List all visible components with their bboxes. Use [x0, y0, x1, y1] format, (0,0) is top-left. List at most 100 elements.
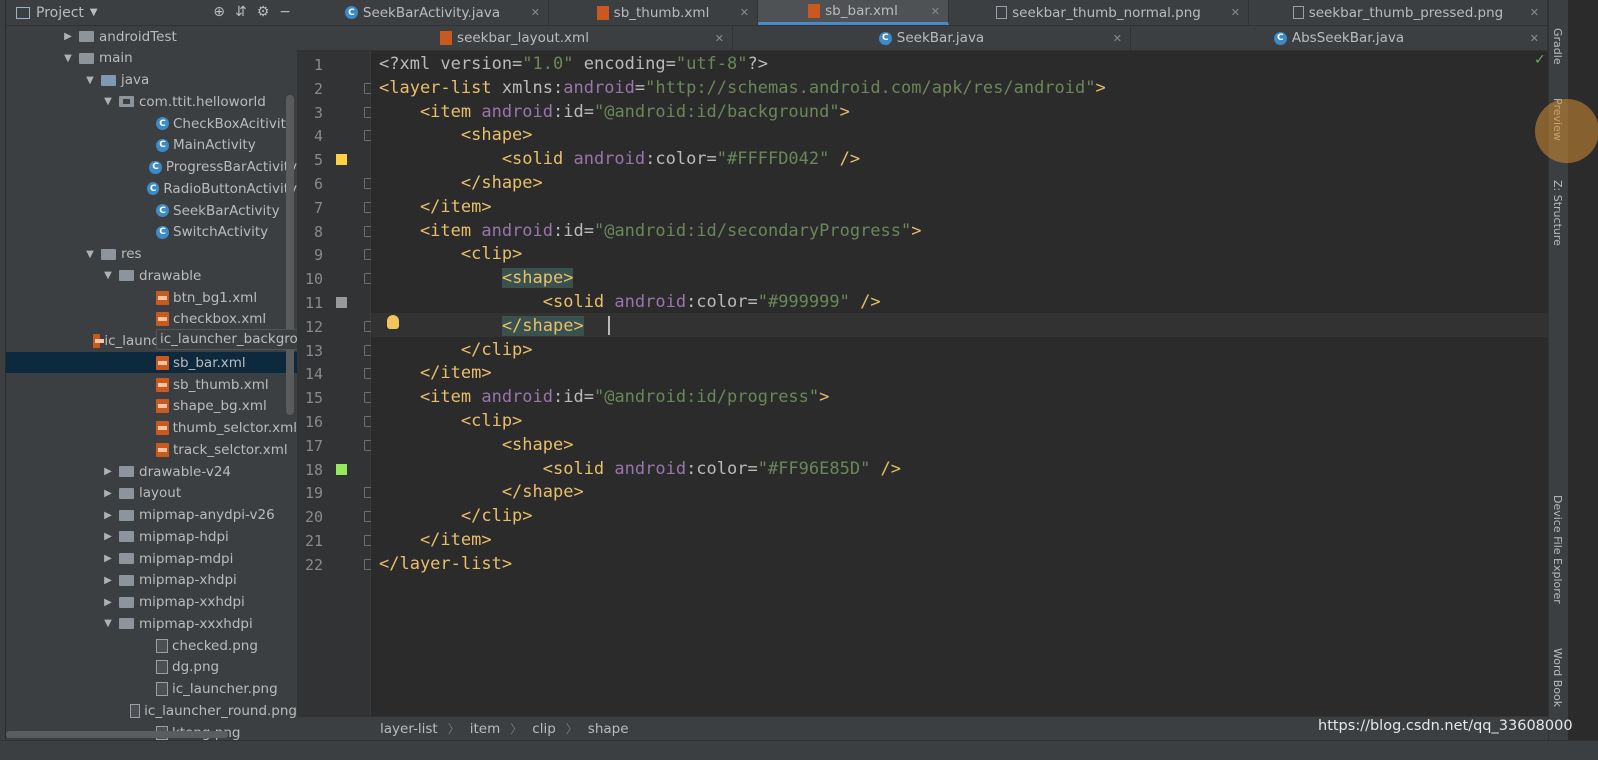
tree-item[interactable]: track_selctor.xml: [6, 439, 297, 460]
tree-item[interactable]: dg.png: [6, 657, 297, 678]
tool-window-device-file-explorer[interactable]: Device File Explorer: [1551, 495, 1564, 604]
color-swatch-icon[interactable]: [336, 154, 347, 166]
tree-item[interactable]: btn_bg1.xml: [6, 287, 297, 308]
tool-window-gradle[interactable]: Gradle: [1551, 28, 1564, 65]
tree-item[interactable]: ▼ java: [6, 70, 297, 91]
tree-item[interactable]: sb_thumb.xml: [6, 374, 297, 395]
code-line: <shape>: [379, 433, 574, 457]
tree-item[interactable]: ic_launcher_round.png: [6, 700, 297, 721]
tree-item[interactable]: ▶ drawable-v24: [6, 461, 297, 482]
line-number: 14: [304, 365, 323, 384]
collapse-arrow-icon[interactable]: ▶: [61, 31, 75, 42]
breadcrumb-item[interactable]: layer-list: [380, 721, 438, 737]
collapse-arrow-icon[interactable]: ▶: [101, 553, 115, 564]
expand-arrow-icon[interactable]: ▼: [83, 249, 97, 260]
tool-window-z-structure[interactable]: Z: Structure: [1551, 180, 1564, 246]
tree-item[interactable]: ▶ mipmap-mdpi: [6, 548, 297, 569]
breadcrumb-separator-icon: 〉: [565, 722, 578, 736]
tab-sb-bar-xml[interactable]: sb_bar.xml ✕: [758, 0, 949, 25]
code-editor[interactable]: <?xml version="1.0" encoding="utf-8"?> <l…: [371, 51, 1548, 716]
tree-item[interactable]: thumb_selctor.xml: [6, 418, 297, 439]
tab-seekbaractivity-java[interactable]: C SeekBarActivity.java ✕: [297, 0, 549, 25]
tree-item[interactable]: ▼ main: [6, 48, 297, 69]
close-icon[interactable]: ✕: [531, 6, 540, 19]
collapse-arrow-icon[interactable]: ▶: [101, 510, 115, 521]
tree-item[interactable]: shape_bg.xml: [6, 396, 297, 417]
tree-item-label: layout: [139, 485, 182, 502]
tree-item[interactable]: ▶ mipmap-anydpi-v26: [6, 505, 297, 526]
tree-item-label: res: [121, 246, 142, 262]
close-icon[interactable]: ✕: [1530, 32, 1539, 45]
code-line: </clip>: [379, 338, 533, 362]
tree-item[interactable]: ▶ androidTest: [6, 26, 297, 47]
close-icon[interactable]: ✕: [1113, 32, 1122, 45]
xml-file-icon: [92, 334, 104, 348]
tree-item[interactable]: ▼ mipmap-xxxhdpi: [6, 613, 297, 634]
folder-icon: [119, 596, 134, 608]
color-swatch-icon[interactable]: [336, 297, 347, 308]
collapse-arrow-icon[interactable]: ▶: [101, 488, 115, 499]
collapse-arrow-icon[interactable]: ▶: [101, 466, 115, 477]
breadcrumb-item[interactable]: item: [470, 721, 501, 737]
collapse-arrow-icon[interactable]: ▶: [101, 597, 115, 608]
tree-item[interactable]: C MainActivity: [6, 135, 297, 156]
code-line: <item android:id="@android:id/background…: [379, 100, 850, 124]
gear-icon[interactable]: ⚙: [257, 4, 270, 20]
tree-item-label: checkbox.xml: [173, 311, 267, 328]
tree-item-label: MainActivity: [173, 137, 256, 154]
close-icon[interactable]: ✕: [1231, 6, 1240, 19]
collapse-arrow-icon[interactable]: ▶: [101, 575, 115, 586]
tree-item-label: drawable: [139, 267, 202, 284]
close-icon[interactable]: ✕: [1530, 6, 1539, 19]
lightbulb-icon[interactable]: [387, 315, 399, 329]
line-number: 17: [304, 436, 323, 455]
tree-item[interactable]: sb_bar.xml: [6, 352, 297, 374]
breadcrumb-item[interactable]: shape: [588, 721, 629, 737]
project-view-dropdown[interactable]: Project: [36, 5, 84, 21]
line-number: 13: [304, 341, 323, 360]
close-icon[interactable]: ✕: [931, 5, 940, 18]
tab-sb-thumb-xml[interactable]: sb_thumb.xml ✕: [549, 0, 758, 25]
tool-window-word-book[interactable]: Word Book: [1551, 648, 1564, 707]
tree-item[interactable]: ▶ mipmap-xhdpi: [6, 570, 297, 591]
close-icon[interactable]: ✕: [715, 32, 724, 45]
tree-item[interactable]: C ProgressBarActivity: [6, 157, 297, 178]
locate-icon[interactable]: ⊕: [213, 4, 225, 20]
close-icon[interactable]: ✕: [740, 6, 749, 19]
collapse-all-icon[interactable]: ⇵: [235, 4, 247, 20]
tree-item[interactable]: C CheckBoxAcitivity: [6, 113, 297, 134]
tree-item[interactable]: ▼ drawable: [6, 265, 297, 286]
expand-arrow-icon[interactable]: ▼: [83, 75, 97, 86]
color-swatch-icon[interactable]: [336, 463, 347, 475]
project-scrollbar[interactable]: [286, 95, 294, 415]
tree-item[interactable]: C SeekBarActivity: [6, 200, 297, 221]
tab-absseekbar-java[interactable]: C AbsSeekBar.java ✕: [1131, 26, 1548, 50]
tree-item[interactable]: C SwitchActivity: [6, 222, 297, 243]
tree-item[interactable]: ▶ layout: [6, 483, 297, 504]
expand-arrow-icon[interactable]: ▼: [101, 96, 115, 107]
tab-seekbar-java[interactable]: C SeekBar.java ✕: [733, 26, 1131, 50]
tree-item[interactable]: C RadioButtonActivity: [6, 178, 297, 199]
breadcrumb-item[interactable]: clip: [532, 721, 556, 737]
code-token: android: [573, 149, 646, 170]
tree-item[interactable]: ▼ res: [6, 244, 297, 265]
tab-seekbar-layout-xml[interactable]: seekbar_layout.xml ✕: [297, 26, 733, 50]
horizontal-scrollbar[interactable]: [6, 731, 228, 738]
code-line: <clip>: [379, 242, 522, 266]
tree-item[interactable]: ▶ mipmap-hdpi: [6, 526, 297, 547]
chevron-down-icon[interactable]: ▼: [90, 7, 98, 18]
tree-item[interactable]: ic_launcher.png: [6, 679, 297, 700]
tree-item[interactable]: checked.png: [6, 635, 297, 656]
tree-item[interactable]: ▶ mipmap-xxhdpi: [6, 592, 297, 613]
expand-arrow-icon[interactable]: ▼: [101, 270, 115, 281]
tab-label: seekbar_thumb_normal.png: [1012, 4, 1201, 21]
expand-arrow-icon[interactable]: ▼: [61, 53, 75, 64]
expand-arrow-icon[interactable]: ▼: [101, 618, 115, 629]
hide-icon[interactable]: −: [279, 4, 291, 20]
tab-seekbar-thumb-normal-png[interactable]: seekbar_thumb_normal.png ✕: [949, 0, 1249, 25]
tab-seekbar-thumb-pressed-png[interactable]: seekbar_thumb_pressed.png ✕: [1249, 0, 1548, 25]
tree-item[interactable]: checkbox.xml: [6, 309, 297, 330]
collapse-arrow-icon[interactable]: ▶: [101, 531, 115, 542]
tree-item[interactable]: ▼ com.ttit.helloworld: [6, 91, 297, 112]
code-token: ?>: [747, 54, 768, 74]
